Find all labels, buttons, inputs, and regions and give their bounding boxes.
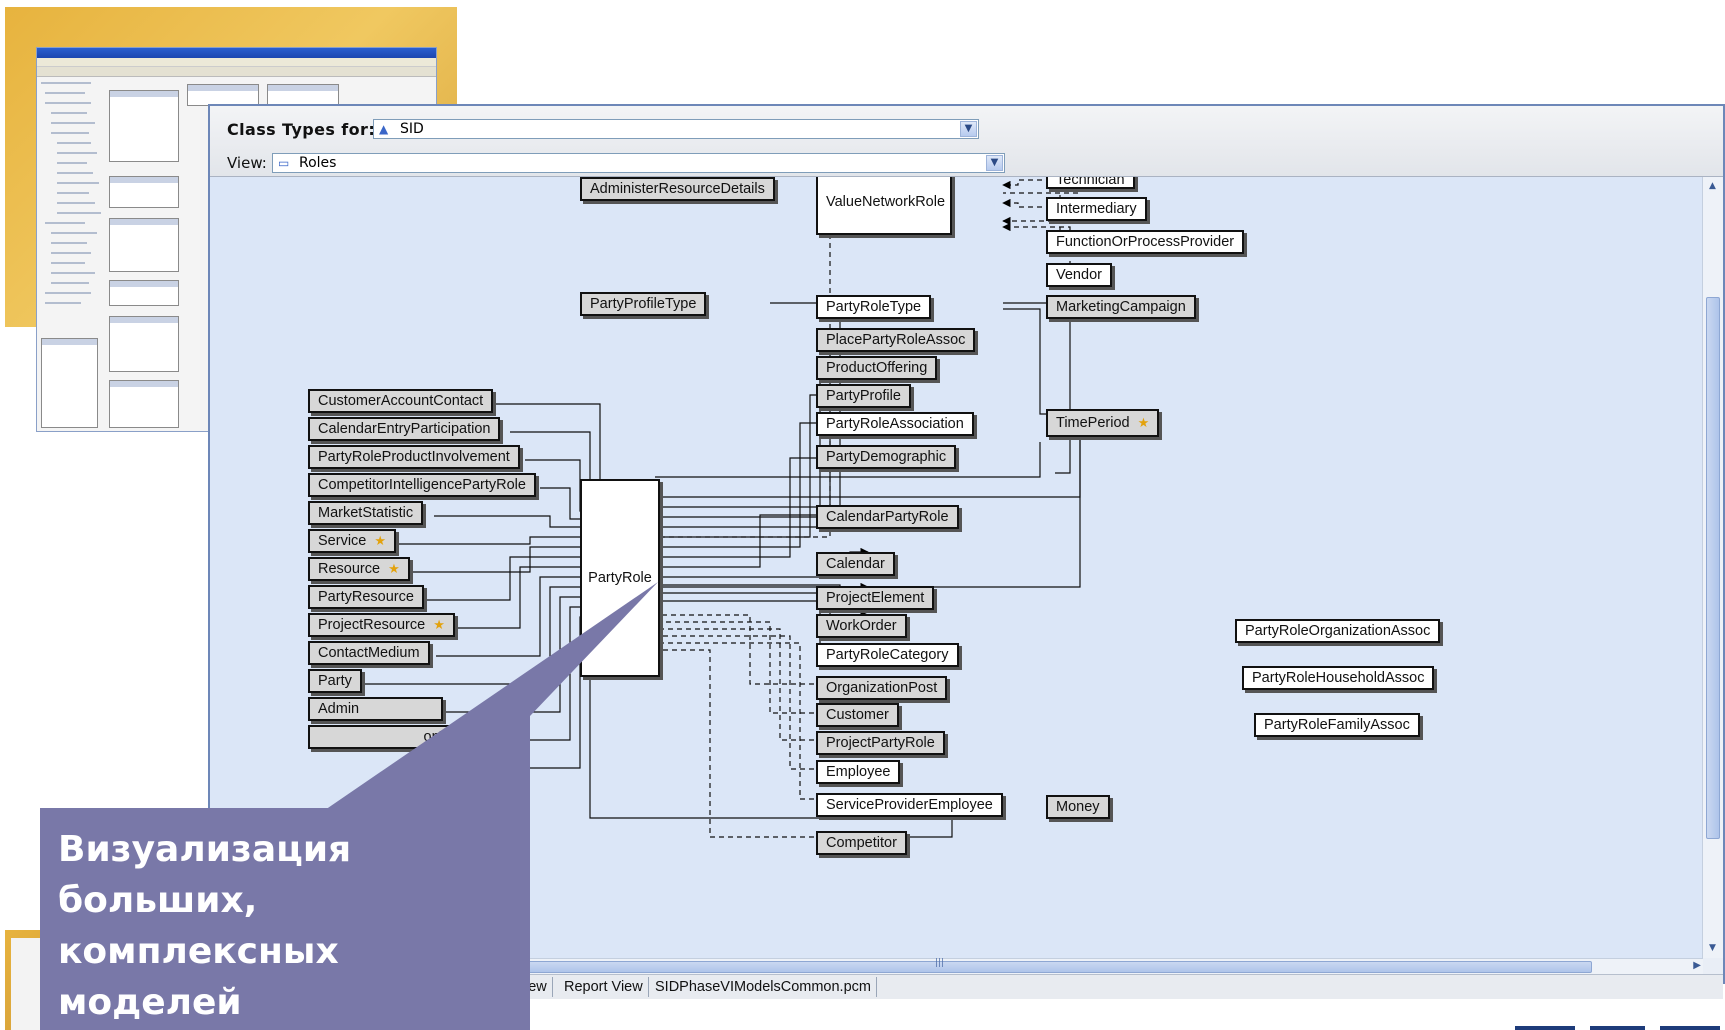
callout-text: Визуализация больших, комплексных моделе… <box>58 829 352 1023</box>
brand-logo-fragment <box>1515 1026 1720 1030</box>
